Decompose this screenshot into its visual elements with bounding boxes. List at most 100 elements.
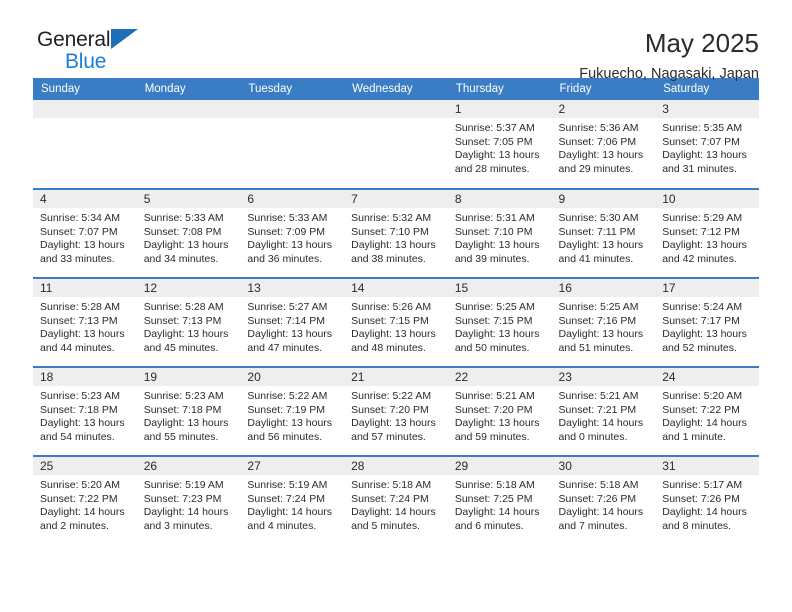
day-detail-line: Daylight: 13 hours bbox=[40, 328, 125, 341]
day-detail-line: and 52 minutes. bbox=[662, 341, 737, 354]
day-detail-line: and 1 minute. bbox=[662, 430, 726, 443]
day-detail-line: Daylight: 13 hours bbox=[454, 149, 540, 162]
day-detail-line: Sunrise: 5:29 AM bbox=[662, 212, 743, 224]
day-details: Sunrise: 5:21 AM Sunset: 7:21 PM Daylight:… bbox=[552, 386, 656, 444]
day-detail-line: Sunrise: 5:20 AM bbox=[40, 479, 120, 491]
day-detail-line: Daylight: 14 hours bbox=[143, 506, 229, 519]
day-detail-line: Daylight: 13 hours bbox=[247, 417, 333, 430]
day-number: 18 bbox=[33, 368, 137, 386]
calendar-day-cell[interactable]: 3 Sunrise: 5:35 AM Sunset: 7:07 PM Daylight… bbox=[655, 100, 759, 189]
day-detail-line: and 42 minutes. bbox=[662, 252, 737, 265]
calendar-day-cell[interactable]: 14 Sunrise: 5:26 AM Sunset: 7:15 PM Dayligh… bbox=[344, 277, 448, 367]
day-detail-line: and 8 minutes. bbox=[662, 519, 732, 532]
calendar-day-cell[interactable]: 29 Sunrise: 5:18 AM Sunset: 7:25 PM Dayligh… bbox=[447, 455, 552, 545]
calendar-day-cell[interactable]: 15 Sunrise: 5:25 AM Sunset: 7:15 PM Dayligh… bbox=[447, 277, 552, 367]
calendar-day-cell[interactable]: 18 Sunrise: 5:23 AM Sunset: 7:18 PM Dayligh… bbox=[33, 366, 137, 456]
day-detail-line: Sunset: 7:22 PM bbox=[662, 403, 740, 416]
calendar-day-cell[interactable]: 24 Sunrise: 5:20 AM Sunset: 7:22 PM Dayligh… bbox=[655, 366, 759, 456]
day-detail-line: and 48 minutes. bbox=[351, 341, 426, 354]
day-detail-line: Sunset: 7:18 PM bbox=[40, 403, 118, 416]
day-detail-line: Sunrise: 5:32 AM bbox=[351, 212, 432, 224]
day-detail-line: Sunset: 7:22 PM bbox=[40, 492, 118, 505]
day-detail-line: Sunrise: 5:27 AM bbox=[247, 301, 328, 313]
day-detail-line: Sunrise: 5:35 AM bbox=[662, 122, 743, 134]
day-detail-line: and 33 minutes. bbox=[40, 252, 115, 265]
calendar-day-cell-empty bbox=[240, 100, 345, 189]
day-details: Sunrise: 5:22 AM Sunset: 7:20 PM Daylight:… bbox=[344, 386, 448, 444]
calendar-day-cell[interactable]: 22 Sunrise: 5:21 AM Sunset: 7:20 PM Dayligh… bbox=[447, 366, 552, 456]
calendar-day-cell[interactable]: 19 Sunrise: 5:23 AM Sunset: 7:18 PM Dayligh… bbox=[136, 366, 241, 456]
day-number: 16 bbox=[551, 279, 656, 297]
brand-logo[interactable]: General Blue bbox=[33, 26, 139, 73]
day-number: 17 bbox=[655, 279, 759, 297]
calendar-day-cell[interactable]: 12 Sunrise: 5:28 AM Sunset: 7:13 PM Dayligh… bbox=[136, 277, 241, 367]
calendar-day-cell[interactable]: 30 Sunrise: 5:18 AM Sunset: 7:26 PM Dayligh… bbox=[551, 455, 656, 545]
day-details: Sunrise: 5:36 AM Sunset: 7:06 PM Daylight:… bbox=[552, 118, 656, 176]
day-details: Sunrise: 5:25 AM Sunset: 7:16 PM Daylight:… bbox=[552, 297, 656, 355]
day-detail-line: Sunrise: 5:34 AM bbox=[40, 212, 120, 224]
calendar-day-cell[interactable]: 4 Sunrise: 5:34 AM Sunset: 7:07 PM Daylight… bbox=[33, 188, 137, 278]
calendar-day-cell[interactable]: 20 Sunrise: 5:22 AM Sunset: 7:19 PM Dayligh… bbox=[240, 366, 345, 456]
day-detail-line: Daylight: 13 hours bbox=[454, 328, 540, 341]
page-title: May 2025 bbox=[644, 28, 759, 58]
day-number: 3 bbox=[655, 100, 759, 118]
day-detail-line: and 51 minutes. bbox=[558, 341, 634, 354]
day-number: 14 bbox=[344, 279, 448, 297]
calendar-day-cell[interactable]: 8 Sunrise: 5:31 AM Sunset: 7:10 PM Daylight… bbox=[447, 188, 552, 278]
calendar-day-cell[interactable]: 25 Sunrise: 5:20 AM Sunset: 7:22 PM Dayligh… bbox=[33, 455, 137, 545]
day-detail-line: and 56 minutes. bbox=[247, 430, 323, 443]
calendar-day-cell[interactable]: 6 Sunrise: 5:33 AM Sunset: 7:09 PM Daylight… bbox=[240, 188, 345, 278]
day-detail-line: Sunrise: 5:36 AM bbox=[558, 122, 639, 134]
day-detail-line: and 28 minutes. bbox=[454, 162, 530, 175]
calendar-day-cell[interactable]: 28 Sunrise: 5:18 AM Sunset: 7:24 PM Dayligh… bbox=[344, 455, 448, 545]
day-detail-line: and 5 minutes. bbox=[351, 519, 420, 532]
day-detail-line: and 31 minutes. bbox=[662, 162, 737, 175]
title-block: May 2025 Fukuecho, Nagasaki, Japan bbox=[579, 26, 759, 84]
calendar-day-cell[interactable]: 23 Sunrise: 5:21 AM Sunset: 7:21 PM Dayligh… bbox=[551, 366, 656, 456]
day-detail-line: and 38 minutes. bbox=[351, 252, 426, 265]
day-number: 2 bbox=[551, 100, 656, 118]
day-detail-line: Sunset: 7:18 PM bbox=[143, 403, 222, 416]
day-detail-line: Sunset: 7:21 PM bbox=[558, 403, 637, 416]
day-detail-line: Daylight: 14 hours bbox=[351, 506, 436, 519]
day-details: Sunrise: 5:20 AM Sunset: 7:22 PM Daylight:… bbox=[33, 475, 137, 533]
calendar-day-cell[interactable]: 13 Sunrise: 5:27 AM Sunset: 7:14 PM Dayligh… bbox=[240, 277, 345, 367]
calendar-day-cell[interactable]: 16 Sunrise: 5:25 AM Sunset: 7:16 PM Dayligh… bbox=[551, 277, 656, 367]
calendar-day-cell[interactable]: 26 Sunrise: 5:19 AM Sunset: 7:23 PM Dayligh… bbox=[136, 455, 241, 545]
calendar-day-cell[interactable]: 21 Sunrise: 5:22 AM Sunset: 7:20 PM Dayligh… bbox=[344, 366, 448, 456]
calendar-day-cell[interactable]: 17 Sunrise: 5:24 AM Sunset: 7:17 PM Dayligh… bbox=[655, 277, 759, 367]
calendar-day-cell[interactable]: 1 Sunrise: 5:37 AM Sunset: 7:05 PM Daylight… bbox=[447, 100, 552, 189]
day-detail-line: Sunrise: 5:22 AM bbox=[351, 390, 432, 402]
day-detail-line: Sunrise: 5:22 AM bbox=[247, 390, 328, 402]
calendar-day-cell[interactable]: 7 Sunrise: 5:32 AM Sunset: 7:10 PM Daylight… bbox=[344, 188, 448, 278]
day-number: 5 bbox=[136, 190, 241, 208]
calendar-day-cell[interactable]: 10 Sunrise: 5:29 AM Sunset: 7:12 PM Dayligh… bbox=[655, 188, 759, 278]
day-number: 22 bbox=[447, 368, 552, 386]
calendar-day-cell[interactable]: 9 Sunrise: 5:30 AM Sunset: 7:11 PM Daylight… bbox=[551, 188, 656, 278]
calendar-day-cell[interactable]: 5 Sunrise: 5:33 AM Sunset: 7:08 PM Daylight… bbox=[136, 188, 241, 278]
day-number bbox=[344, 100, 448, 118]
day-detail-line: Sunset: 7:26 PM bbox=[662, 492, 740, 505]
weekday-header-thursday: Thursday bbox=[447, 78, 552, 100]
day-detail-line: Sunset: 7:10 PM bbox=[351, 225, 429, 238]
day-number: 29 bbox=[447, 457, 552, 475]
day-details: Sunrise: 5:35 AM Sunset: 7:07 PM Daylight:… bbox=[655, 118, 759, 176]
day-details: Sunrise: 5:18 AM Sunset: 7:25 PM Daylight:… bbox=[448, 475, 552, 533]
day-details: Sunrise: 5:37 AM Sunset: 7:05 PM Daylight:… bbox=[448, 118, 552, 176]
day-number: 1 bbox=[447, 100, 552, 118]
weekday-header-wednesday: Wednesday bbox=[344, 78, 448, 100]
day-detail-line: Sunrise: 5:23 AM bbox=[40, 390, 120, 402]
day-number: 19 bbox=[136, 368, 241, 386]
calendar-day-cell[interactable]: 27 Sunrise: 5:19 AM Sunset: 7:24 PM Dayligh… bbox=[240, 455, 345, 545]
brand-name-blue: Blue bbox=[65, 50, 107, 73]
day-number: 6 bbox=[240, 190, 345, 208]
day-details bbox=[33, 118, 137, 122]
calendar-day-cell[interactable]: 31 Sunrise: 5:17 AM Sunset: 7:26 PM Dayligh… bbox=[655, 455, 759, 545]
calendar-day-cell[interactable]: 11 Sunrise: 5:28 AM Sunset: 7:13 PM Dayligh… bbox=[33, 277, 137, 367]
day-details: Sunrise: 5:28 AM Sunset: 7:13 PM Daylight:… bbox=[33, 297, 137, 355]
day-detail-line: Sunset: 7:09 PM bbox=[247, 225, 326, 238]
day-details: Sunrise: 5:22 AM Sunset: 7:19 PM Daylight:… bbox=[240, 386, 344, 444]
day-detail-line: Sunrise: 5:25 AM bbox=[558, 301, 639, 313]
day-number: 8 bbox=[447, 190, 552, 208]
calendar-day-cell[interactable]: 2 Sunrise: 5:36 AM Sunset: 7:06 PM Daylight… bbox=[551, 100, 656, 189]
